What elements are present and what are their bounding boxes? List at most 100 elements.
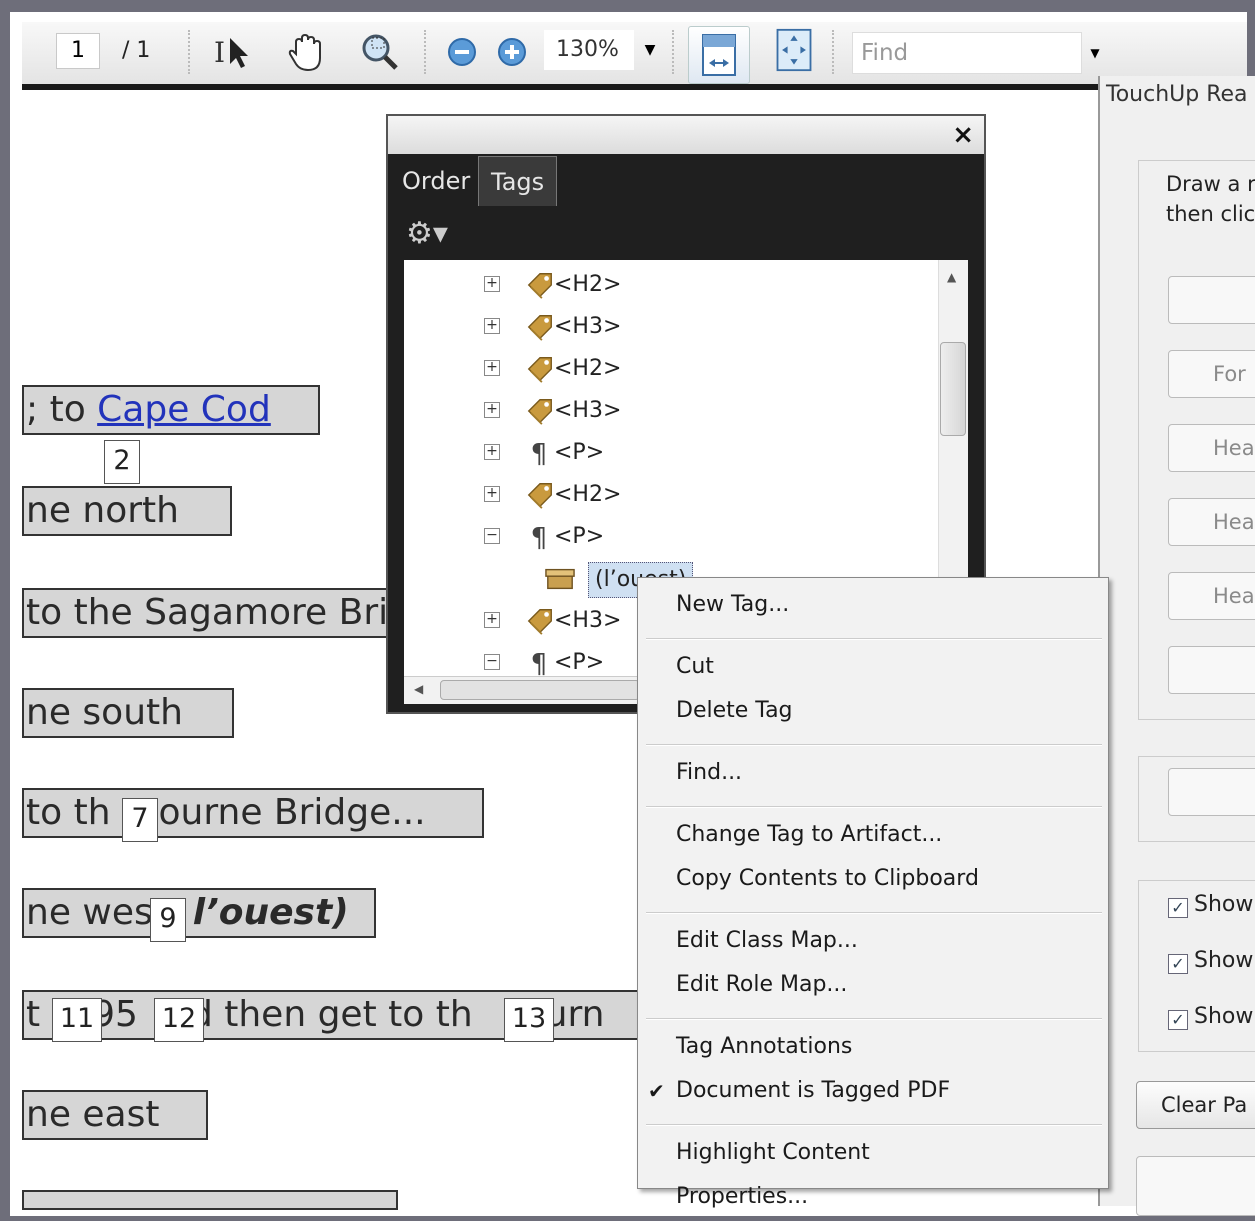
- cape-cod-link[interactable]: Cape Cod: [97, 389, 271, 430]
- menu-item-copy-contents-to-clipboard[interactable]: Copy Contents to Clipboard: [638, 860, 1108, 898]
- document-line: ne wes l’ouest): [22, 888, 376, 938]
- scroll-thumb[interactable]: [940, 342, 966, 436]
- svg-text:¶: ¶: [531, 649, 548, 676]
- select-text-icon[interactable]: I: [212, 30, 256, 74]
- touchup-form-button[interactable]: For: [1168, 350, 1255, 398]
- close-icon[interactable]: ×: [952, 116, 974, 154]
- touchup-heading2-button[interactable]: Hea: [1168, 498, 1255, 546]
- tree-row-label: <H2>: [554, 482, 622, 507]
- toolbar-separator: [832, 30, 836, 74]
- tree-row-label: <H3>: [554, 398, 622, 423]
- reading-order-tag[interactable]: 11: [52, 998, 102, 1042]
- reading-order-tag[interactable]: 7: [122, 798, 158, 842]
- find-dropdown-arrow[interactable]: ▼: [1086, 32, 1104, 74]
- menu-separator: [646, 1124, 1102, 1126]
- fit-page-icon[interactable]: [772, 28, 816, 72]
- expand-icon[interactable]: +: [484, 444, 500, 460]
- scroll-left-arrow[interactable]: ◀: [414, 682, 423, 696]
- fit-width-icon: [702, 34, 736, 76]
- menu-separator: [646, 912, 1102, 914]
- menu-item-change-tag-to-artifact[interactable]: Change Tag to Artifact...: [638, 816, 1108, 854]
- touchup-heading3-button[interactable]: Hea: [1168, 572, 1255, 620]
- tab-order[interactable]: Order: [390, 156, 482, 206]
- tree-row-label: <P>: [554, 524, 605, 549]
- expand-icon[interactable]: +: [484, 612, 500, 628]
- touchup-title: TouchUp Rea: [1106, 82, 1248, 107]
- reading-order-tag[interactable]: 12: [154, 998, 204, 1042]
- scroll-up-arrow[interactable]: ▲: [947, 270, 956, 284]
- document-line: to the Sagamore Bri: [22, 588, 402, 638]
- zoom-in-icon[interactable]: [490, 30, 534, 74]
- paragraph-icon: ¶: [531, 439, 548, 468]
- tree-row[interactable]: + <H2>: [404, 348, 934, 390]
- reading-order-tag[interactable]: 9: [150, 898, 186, 942]
- marquee-zoom-icon[interactable]: [358, 30, 402, 74]
- toolbar-separator: [188, 30, 192, 74]
- show-checkbox[interactable]: ✓ Show: [1168, 948, 1253, 974]
- paragraph-icon: ¶: [531, 649, 548, 676]
- menu-item-tag-annotations[interactable]: Tag Annotations: [638, 1028, 1108, 1066]
- menu-item-new-tag[interactable]: New Tag...: [638, 586, 1108, 624]
- menu-item-find[interactable]: Find...: [638, 754, 1108, 792]
- tree-row-label: <H3>: [554, 608, 622, 633]
- reading-order-tag[interactable]: 2: [104, 440, 140, 484]
- expand-icon[interactable]: +: [484, 276, 500, 292]
- tree-row[interactable]: − ¶ <P>: [404, 516, 934, 558]
- svg-text:¶: ¶: [531, 523, 548, 552]
- menu-separator: [646, 1018, 1102, 1020]
- tree-row[interactable]: + <H2>: [404, 474, 934, 516]
- touchup-text-button[interactable]: [1168, 276, 1255, 324]
- menu-item-edit-class-map[interactable]: Edit Class Map...: [638, 922, 1108, 960]
- svg-text:I: I: [214, 36, 225, 69]
- tab-tags[interactable]: Tags: [478, 156, 558, 206]
- tree-row-label: <H2>: [554, 272, 622, 297]
- touchup-button[interactable]: [1168, 768, 1255, 816]
- collapse-icon[interactable]: −: [484, 528, 500, 544]
- expand-icon[interactable]: +: [484, 402, 500, 418]
- expand-icon[interactable]: +: [484, 318, 500, 334]
- touchup-reading-order-panel: TouchUp Rea Draw a r then clic For Hea H…: [1098, 76, 1255, 1216]
- collapse-icon[interactable]: −: [484, 654, 500, 670]
- tag-icon: [527, 609, 552, 635]
- options-gear-icon[interactable]: ⚙▾: [406, 216, 456, 252]
- tree-row-label: <P>: [554, 650, 605, 675]
- tree-row[interactable]: + <H3>: [404, 390, 934, 432]
- container-icon: [545, 568, 575, 590]
- clear-page-structure-button[interactable]: Clear Pa: [1136, 1081, 1255, 1129]
- menu-item-properties[interactable]: Properties...: [638, 1178, 1108, 1216]
- tree-row-label: <P>: [554, 440, 605, 465]
- menu-item-edit-role-map[interactable]: Edit Role Map...: [638, 966, 1108, 1004]
- show-checkbox[interactable]: ✓ Show: [1168, 1004, 1253, 1030]
- document-line: to th ourne Bridge...: [22, 788, 484, 838]
- tag-icon: [527, 399, 552, 425]
- reading-order-tag[interactable]: 13: [504, 998, 554, 1042]
- toolbar-separator: [672, 30, 676, 74]
- touchup-button[interactable]: [1168, 646, 1255, 694]
- zoom-dropdown-arrow[interactable]: ▼: [640, 30, 660, 70]
- tags-panel-titlebar[interactable]: ×: [388, 116, 984, 154]
- show-checkbox[interactable]: ✓ Show: [1168, 892, 1253, 918]
- paragraph-icon: ¶: [531, 523, 548, 552]
- zoom-level-input[interactable]: 130%: [544, 30, 634, 70]
- page-number-input[interactable]: 1: [56, 33, 100, 69]
- menu-item-document-is-tagged-pdf[interactable]: Document is Tagged PDF ✔: [638, 1072, 1108, 1110]
- menu-item-cut[interactable]: Cut: [638, 648, 1108, 686]
- checkbox-checked-icon: ✓: [1168, 898, 1188, 918]
- menu-item-delete-tag[interactable]: Delete Tag: [638, 692, 1108, 730]
- touchup-button[interactable]: [1136, 1156, 1255, 1216]
- expand-icon[interactable]: +: [484, 360, 500, 376]
- find-input[interactable]: Find: [852, 32, 1082, 74]
- tree-row[interactable]: + <H3>: [404, 306, 934, 348]
- tree-row[interactable]: + ¶ <P>: [404, 432, 934, 474]
- expand-icon[interactable]: +: [484, 486, 500, 502]
- document-line: ; to Cape Cod: [22, 385, 320, 435]
- tree-row[interactable]: + <H2>: [404, 264, 934, 306]
- menu-item-highlight-content[interactable]: Highlight Content: [638, 1134, 1108, 1172]
- checkbox-checked-icon: ✓: [1168, 1010, 1188, 1030]
- hand-tool-icon[interactable]: [284, 30, 328, 74]
- touchup-heading1-button[interactable]: Hea: [1168, 424, 1255, 472]
- document-line: ne east: [22, 1090, 208, 1140]
- scroll-thumb[interactable]: [440, 680, 640, 700]
- zoom-out-icon[interactable]: [440, 30, 484, 74]
- fit-width-button[interactable]: [688, 26, 750, 84]
